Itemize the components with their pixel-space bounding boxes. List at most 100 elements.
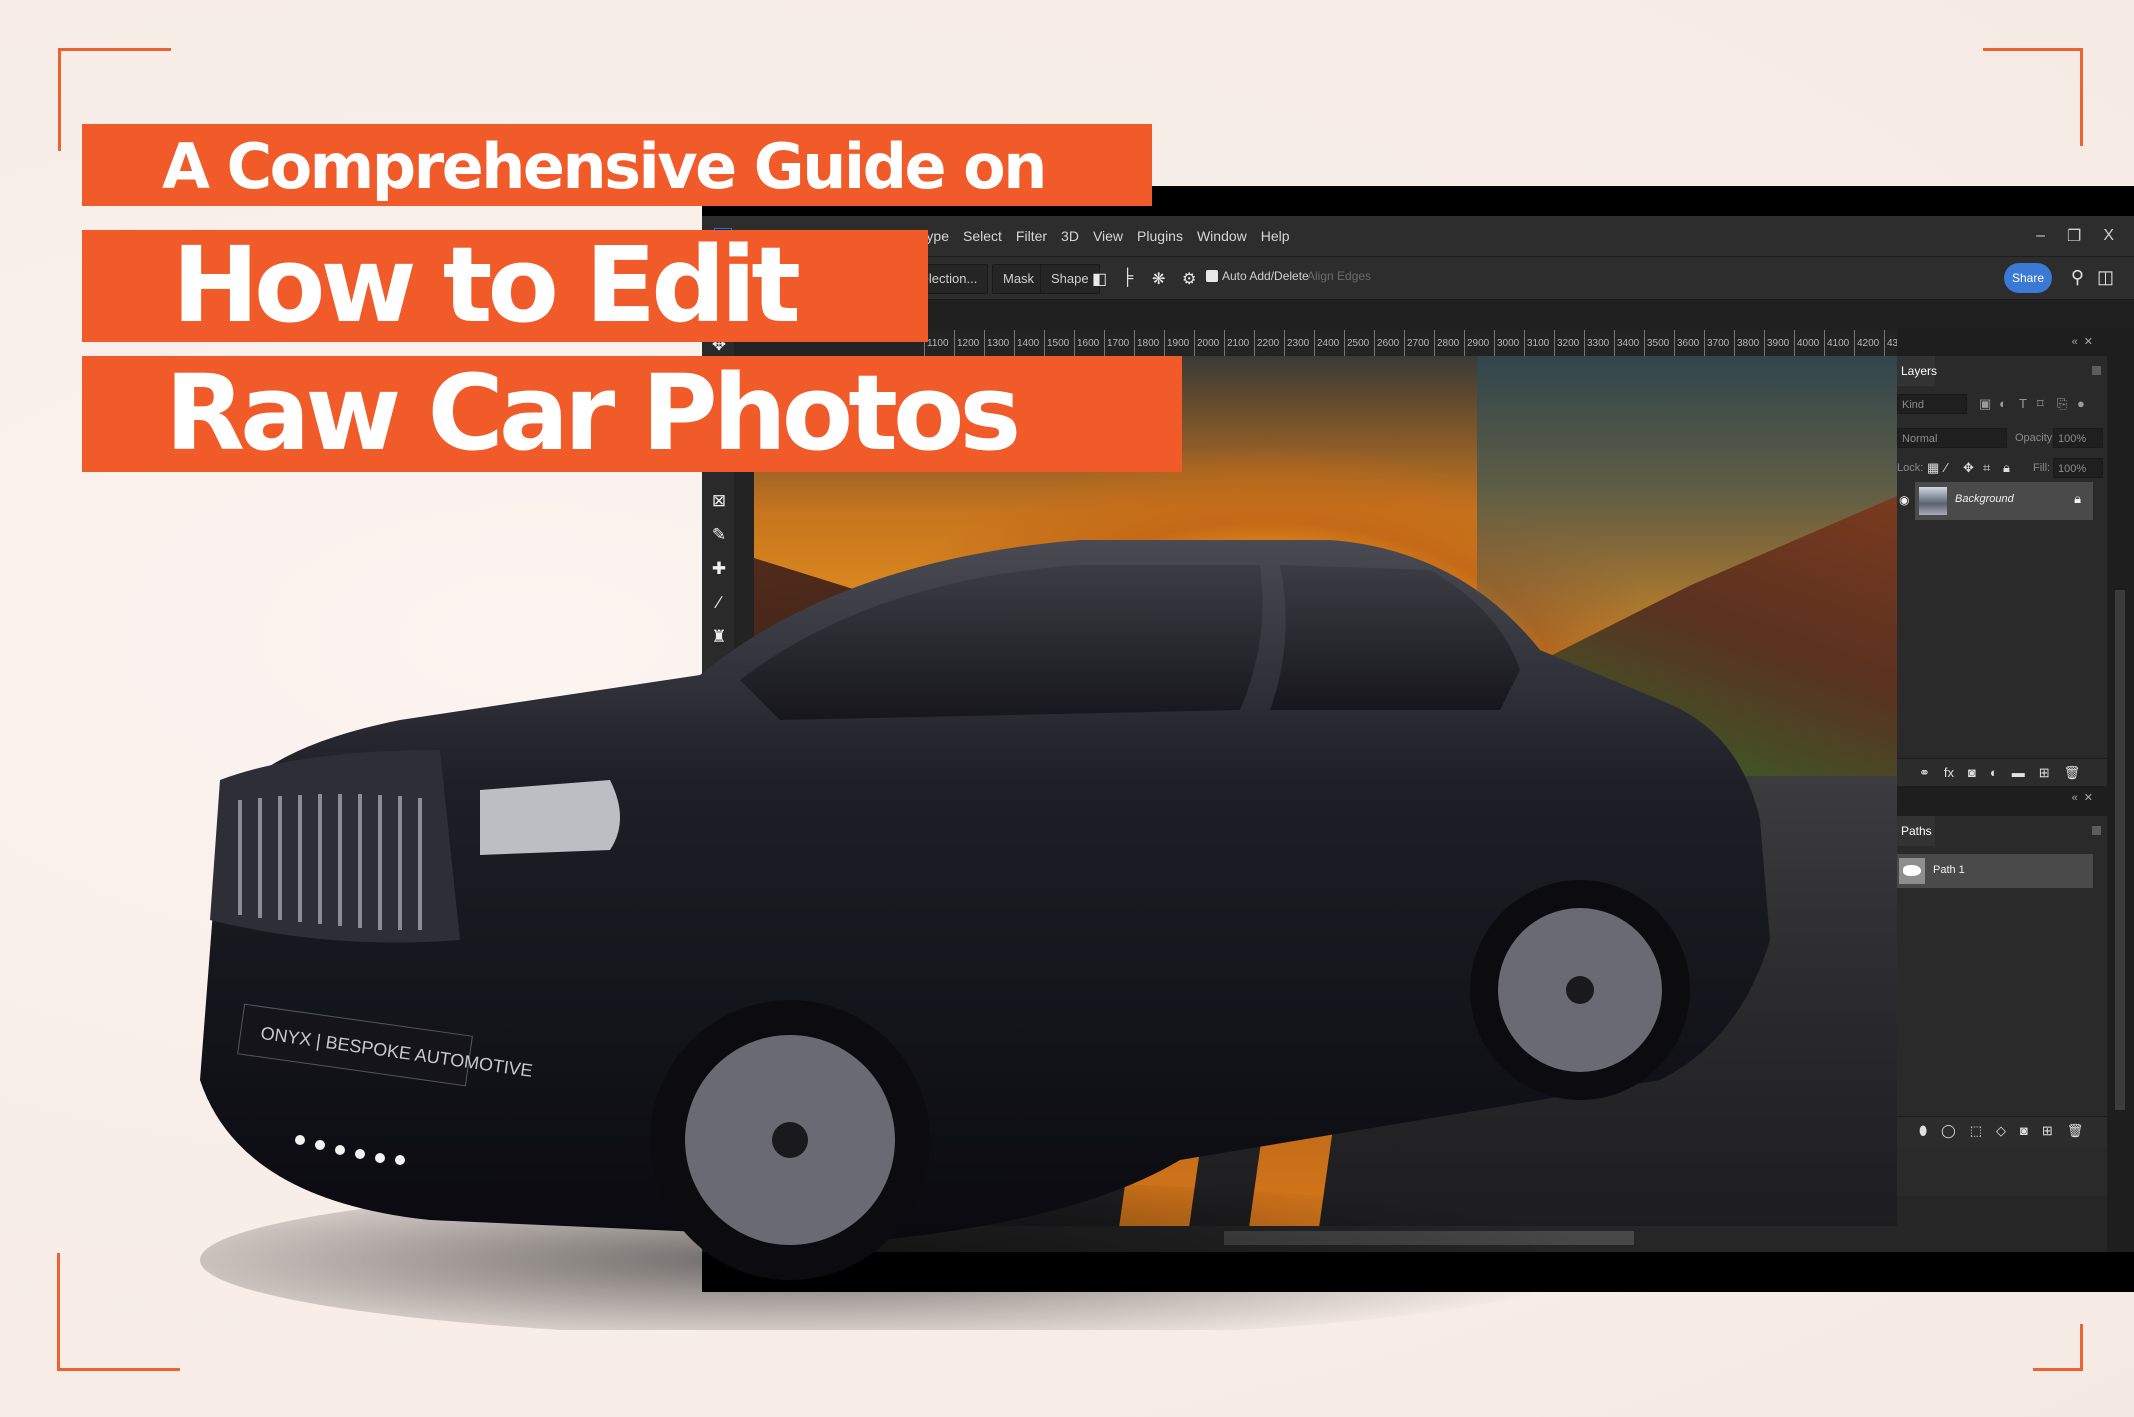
grille-frame bbox=[210, 750, 460, 943]
layers-panel-footer: ⚭ fx ◙ ◐ ▬ ⊞ 🗑︎ bbox=[1897, 758, 2107, 789]
corner-bracket-top-right bbox=[1983, 48, 2083, 146]
layers-panel: Layers Kind ▣ ◐ T ⌑ ⎘ ● Normal Opacity: … bbox=[1897, 356, 2107, 789]
fill-field[interactable]: 100% bbox=[2053, 458, 2103, 478]
ruler-tick: 3700 bbox=[1704, 330, 1734, 356]
shape-filter-icon[interactable]: ⌑ bbox=[2037, 396, 2044, 412]
headline-banner-2: How to Edit bbox=[82, 230, 928, 342]
collapse-close-icon[interactable]: «✕ bbox=[2072, 335, 2099, 348]
share-button[interactable]: Share bbox=[2004, 263, 2052, 293]
menu-filter[interactable]: Filter bbox=[1016, 228, 1047, 244]
close-button[interactable]: X bbox=[2103, 227, 2114, 245]
rear-window bbox=[1270, 565, 1520, 710]
ruler-tick: 3800 bbox=[1734, 330, 1764, 356]
paths-panel-header: «✕ bbox=[1897, 786, 2107, 816]
ruler-tick: 2900 bbox=[1464, 330, 1494, 356]
layer-row[interactable]: Background 🔒︎ bbox=[1915, 482, 2093, 520]
corner-bracket-bottom-right bbox=[2033, 1324, 2083, 1371]
visibility-eye-icon[interactable]: ◉ bbox=[1899, 493, 1909, 507]
filter-toggle-icon[interactable]: ● bbox=[2077, 396, 2085, 411]
panel-scroll-thumb[interactable] bbox=[2115, 590, 2125, 1110]
lock-position-icon[interactable]: ✥ bbox=[1963, 460, 1974, 476]
lock-row: Lock: ▦ ∕ ✥ ⌗ 🔒︎ Fill: 100% bbox=[1897, 456, 2107, 484]
ruler-tick: 1900 bbox=[1164, 330, 1194, 356]
panel-scrollbar[interactable] bbox=[2107, 330, 2134, 1252]
ruler-tick: 2400 bbox=[1314, 330, 1344, 356]
workspace-icon[interactable]: ◫ bbox=[2097, 267, 2114, 288]
lock-image-icon[interactable]: ∕ bbox=[1945, 460, 1947, 475]
ruler-tick: 1500 bbox=[1044, 330, 1074, 356]
ruler-tick: 3300 bbox=[1584, 330, 1614, 356]
new-path-icon[interactable]: ⊞ bbox=[2042, 1123, 2053, 1139]
headline-line-1: A Comprehensive Guide on bbox=[162, 130, 1047, 203]
add-mask-icon[interactable]: ◙ bbox=[2020, 1123, 2028, 1139]
collapse-close-icon[interactable]: «✕ bbox=[2072, 791, 2099, 804]
opacity-field[interactable]: 100% bbox=[2053, 428, 2103, 448]
path-alignment-icon[interactable]: ╞ bbox=[1122, 269, 1133, 287]
ruler-tick: 2200 bbox=[1254, 330, 1284, 356]
panel-menu-icon[interactable] bbox=[2092, 366, 2101, 375]
lock-transparent-icon[interactable]: ▦ bbox=[1927, 460, 1939, 476]
ruler-tick: 4100 bbox=[1824, 330, 1854, 356]
menu-window[interactable]: Window bbox=[1197, 228, 1247, 244]
new-group-icon[interactable]: ▬ bbox=[2012, 765, 2025, 781]
lock-all-icon[interactable]: 🔒︎ bbox=[2003, 460, 2010, 476]
menu-view[interactable]: View bbox=[1093, 228, 1123, 244]
corner-bracket-bottom-left bbox=[57, 1253, 180, 1371]
adjustment-filter-icon[interactable]: ◐ bbox=[1999, 396, 2007, 411]
blend-mode-select[interactable]: Normal bbox=[1897, 428, 2007, 448]
headline-banner-3: Raw Car Photos bbox=[82, 356, 1182, 472]
smart-object-filter-icon[interactable]: ⎘ bbox=[2057, 396, 2067, 412]
layer-thumbnail bbox=[1919, 487, 1947, 515]
layers-panel-header: «✕ bbox=[1897, 330, 2107, 356]
frame-tool-icon[interactable]: ⊠ bbox=[708, 490, 730, 512]
ruler-tick: 1600 bbox=[1074, 330, 1104, 356]
menu-3d[interactable]: 3D bbox=[1061, 228, 1079, 244]
menu-select[interactable]: Select bbox=[963, 228, 1002, 244]
fill-label: Fill: bbox=[2033, 462, 2051, 474]
car-image: ONYX | BESPOKE AUTOMOTIVE bbox=[200, 540, 1770, 1330]
ruler-tick: 2800 bbox=[1434, 330, 1464, 356]
blend-row: Normal Opacity: 100% bbox=[1897, 426, 2107, 454]
path-operations-icon[interactable]: ◧ bbox=[1092, 269, 1107, 289]
opacity-label: Opacity: bbox=[2015, 432, 2056, 444]
stroke-path-icon[interactable]: ◯ bbox=[1941, 1123, 1956, 1139]
menu-plugins[interactable]: Plugins bbox=[1137, 228, 1183, 244]
ruler-tick: 2000 bbox=[1194, 330, 1224, 356]
load-selection-icon[interactable]: ⬚ bbox=[1970, 1123, 1982, 1139]
new-layer-icon[interactable]: ⊞ bbox=[2039, 765, 2050, 781]
tab-layers[interactable]: Layers bbox=[1897, 356, 1937, 386]
link-layers-icon[interactable]: ⚭ bbox=[1919, 765, 1930, 781]
path-row[interactable]: Path 1 bbox=[1897, 854, 2093, 888]
pixel-filter-icon[interactable]: ▣ bbox=[1979, 396, 1991, 412]
search-icon[interactable]: ⚲ bbox=[2071, 267, 2084, 288]
shape-button[interactable]: Shape bbox=[1040, 264, 1100, 294]
fx-icon[interactable]: fx bbox=[1944, 765, 1954, 781]
lock-artboard-icon[interactable]: ⌗ bbox=[1983, 460, 1990, 476]
ruler-tick: 3600 bbox=[1674, 330, 1704, 356]
tab-paths[interactable]: Paths bbox=[1897, 816, 1935, 846]
make-work-path-icon[interactable]: ◇ bbox=[1996, 1123, 2006, 1139]
type-filter-icon[interactable]: T bbox=[2019, 396, 2027, 411]
mask-button[interactable]: Mask bbox=[992, 264, 1046, 294]
align-edges-label[interactable]: Align Edges bbox=[1307, 269, 1371, 283]
layer-filter-row: Kind ▣ ◐ T ⌑ ⎘ ● bbox=[1897, 392, 2107, 420]
menu-help[interactable]: Help bbox=[1261, 228, 1290, 244]
delete-path-icon[interactable]: 🗑︎ bbox=[2067, 1123, 2084, 1139]
auto-add-delete-checkbox[interactable] bbox=[1206, 270, 1218, 282]
ruler-tick: 4200 bbox=[1854, 330, 1884, 356]
delete-layer-icon[interactable]: 🗑︎ bbox=[2064, 765, 2081, 781]
add-mask-icon[interactable]: ◙ bbox=[1968, 765, 1976, 781]
paths-panel-footer: ⬮ ◯ ⬚ ◇ ◙ ⊞ 🗑︎ bbox=[1897, 1116, 2107, 1147]
path-arrangement-icon[interactable]: ❋ bbox=[1152, 269, 1165, 289]
path-thumbnail bbox=[1899, 858, 1925, 884]
adjustment-layer-icon[interactable]: ◐ bbox=[1990, 765, 1998, 781]
filter-kind-select[interactable]: Kind bbox=[1897, 394, 1967, 414]
panel-menu-icon[interactable] bbox=[2092, 826, 2101, 835]
headline-line-2: How to Edit bbox=[172, 224, 801, 346]
minimize-button[interactable]: – bbox=[2036, 227, 2045, 245]
restore-button[interactable]: ❐ bbox=[2067, 226, 2081, 246]
fill-path-icon[interactable]: ⬮ bbox=[1919, 1123, 1927, 1139]
gear-icon[interactable]: ⚙ bbox=[1182, 269, 1196, 289]
ruler-tick: 3500 bbox=[1644, 330, 1674, 356]
headline-line-3: Raw Car Photos bbox=[165, 352, 1021, 474]
